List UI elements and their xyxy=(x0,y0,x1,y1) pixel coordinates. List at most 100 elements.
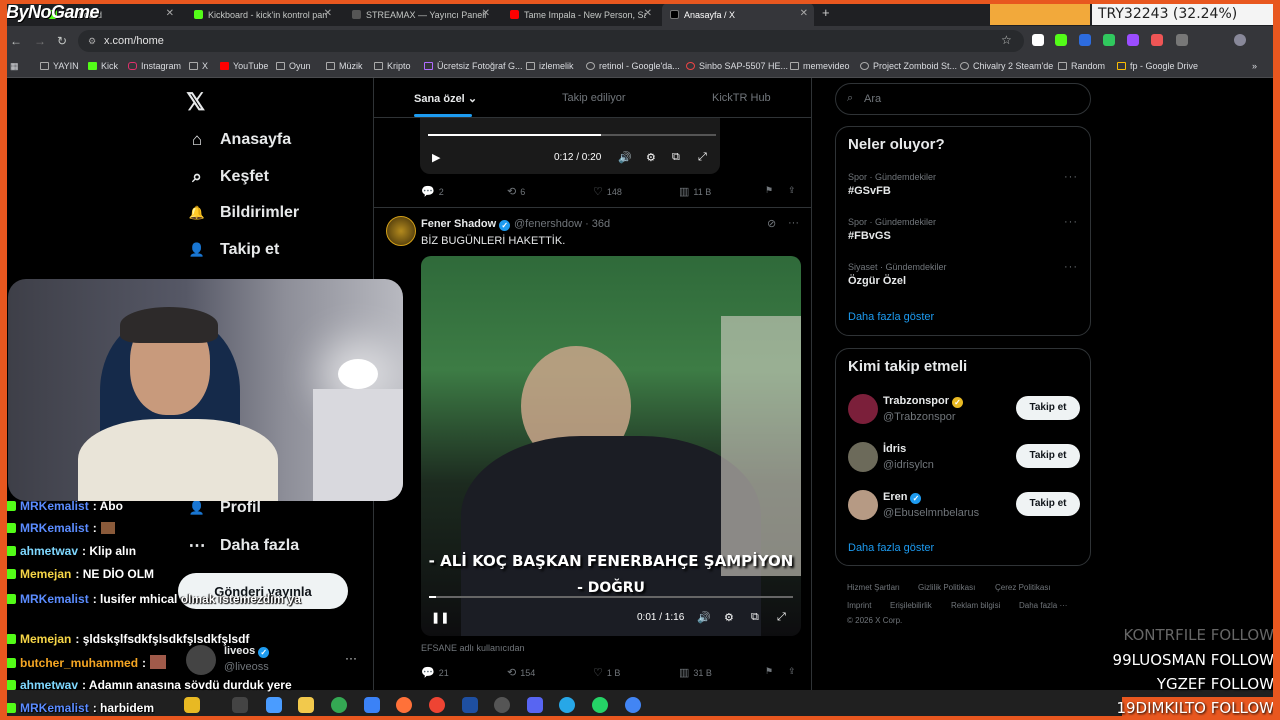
bookmark-item[interactable]: Chivalry 2 Steam'de xyxy=(960,61,1053,71)
footer-link[interactable]: Hizmet Şartları xyxy=(847,583,900,592)
video-player[interactable]: - ALİ KOÇ BAŞKAN FENERBAHÇE ŞAMPİYON - D… xyxy=(421,256,801,636)
show-more-link[interactable]: Daha fazla göster xyxy=(848,311,934,323)
discord-icon[interactable] xyxy=(527,697,543,713)
forward-icon[interactable]: → xyxy=(34,34,46,48)
bookmark-item[interactable]: Project Zomboid St... xyxy=(860,61,957,71)
bookmark-item[interactable]: Oyun xyxy=(276,61,311,71)
bookmark-item[interactable]: X xyxy=(189,61,208,71)
close-tab-icon[interactable]: ✕ xyxy=(644,8,652,19)
mail-icon[interactable] xyxy=(364,697,380,713)
nav-more[interactable]: ⋯ Daha fazla xyxy=(186,536,300,556)
account-menu-icon[interactable]: ··· xyxy=(345,651,357,665)
footer-link[interactable]: Erişilebilirlik xyxy=(890,601,932,610)
footer-link[interactable]: Daha fazla ··· xyxy=(1019,601,1067,610)
tab-following[interactable]: Takip ediliyor xyxy=(562,92,626,104)
trend-name[interactable]: Özgür Özel xyxy=(848,275,906,287)
trend-menu-icon[interactable]: ··· xyxy=(1064,171,1078,183)
search-input[interactable]: ⌕ Ara xyxy=(835,83,1091,115)
bookmark-item[interactable]: Kripto xyxy=(374,61,411,71)
settings-icon[interactable]: ⚙ xyxy=(646,151,656,164)
like-button[interactable]: ♡ 148 xyxy=(593,185,622,198)
bookmark-item[interactable]: retinol - Google'da... xyxy=(586,61,680,71)
site-info-icon[interactable]: ⚙ xyxy=(88,36,96,47)
like-button[interactable]: ♡ 1 B xyxy=(593,666,620,679)
extension-icon[interactable] xyxy=(1032,34,1044,46)
trend-menu-icon[interactable]: ··· xyxy=(1064,216,1078,228)
follow-button[interactable]: Takip et xyxy=(1016,492,1080,516)
suggestion-name[interactable]: Trabzonspor ✓ xyxy=(883,395,964,408)
opera-icon[interactable] xyxy=(429,697,445,713)
tab-x-home[interactable]: Anasayfa / X ✕ xyxy=(662,3,814,26)
nav-explore[interactable]: ⌕ Keşfet xyxy=(186,167,269,187)
bookmark-icon[interactable]: ⚑ xyxy=(765,666,773,677)
tab-streamax[interactable]: STREAMAX — Yayıncı Paneli ✕ xyxy=(344,3,496,26)
footer-link[interactable]: Çerez Politikası xyxy=(995,583,1051,592)
bookmark-item[interactable]: YouTube xyxy=(220,61,268,71)
trend-menu-icon[interactable]: ··· xyxy=(1064,261,1078,273)
bookmark-item[interactable]: izlemelik xyxy=(526,61,574,71)
x-logo-icon[interactable]: 𝕏 xyxy=(186,88,205,117)
avatar[interactable] xyxy=(848,490,878,520)
bookmarks-overflow-icon[interactable]: » xyxy=(1252,61,1257,71)
close-tab-icon[interactable]: ✕ xyxy=(324,8,332,19)
tweet-menu-icon[interactable]: ··· xyxy=(788,217,799,229)
avatar[interactable] xyxy=(386,216,416,246)
share-icon[interactable]: ⇪ xyxy=(788,666,796,677)
volume-icon[interactable]: 🔊 xyxy=(697,611,711,624)
extension-icon[interactable] xyxy=(1127,34,1139,46)
tab-kicktr-hub[interactable]: KickTR Hub xyxy=(712,92,771,104)
video-progress-track[interactable] xyxy=(429,596,793,598)
avatar[interactable] xyxy=(848,394,878,424)
extension-icon[interactable] xyxy=(1103,34,1115,46)
close-tab-icon[interactable]: ✕ xyxy=(800,8,808,19)
reload-icon[interactable]: ↻ xyxy=(57,34,67,48)
tweet-author-name[interactable]: Fener Shadow ✓ xyxy=(421,218,511,231)
reply-button[interactable]: 💬 2 xyxy=(421,185,444,198)
tab-for-you[interactable]: Sana özel ⌄ xyxy=(414,92,477,105)
trend-name[interactable]: #GSvFB xyxy=(848,185,891,197)
repost-button[interactable]: ⟲ 154 xyxy=(507,666,535,679)
bookmark-item[interactable]: fp - Google Drive xyxy=(1117,61,1198,71)
grok-icon[interactable]: ⊘ xyxy=(767,217,776,230)
extension-icon[interactable] xyxy=(1055,34,1067,46)
bookmark-item[interactable]: Sinbo SAP-5507 HE... xyxy=(686,61,788,71)
app-icon[interactable] xyxy=(266,697,282,713)
pip-icon[interactable]: ⧉ xyxy=(751,611,759,624)
show-more-link[interactable]: Daha fazla göster xyxy=(848,542,934,554)
footer-link[interactable]: Reklam bilgisi xyxy=(951,601,1000,610)
close-tab-icon[interactable]: ✕ xyxy=(482,8,490,19)
bookmark-item[interactable]: Müzik xyxy=(326,61,363,71)
obs-icon[interactable] xyxy=(494,697,510,713)
views-button[interactable]: ▥ 11 B xyxy=(679,185,711,198)
avatar[interactable] xyxy=(848,442,878,472)
bookmark-star-icon[interactable]: ☆ xyxy=(1001,33,1012,47)
bookmark-item[interactable]: Ücretsiz Fotoğraf G... xyxy=(424,61,523,71)
reply-button[interactable]: 💬 21 xyxy=(421,666,449,679)
back-icon[interactable]: ← xyxy=(10,34,22,48)
whatsapp-icon[interactable] xyxy=(592,697,608,713)
copilot-icon[interactable] xyxy=(184,697,200,713)
bookmark-item[interactable]: Kick xyxy=(88,61,118,71)
pip-icon[interactable]: ⧉ xyxy=(672,151,680,164)
task-view-icon[interactable] xyxy=(232,697,248,713)
video-player[interactable]: ▶ 0:12 / 0:20 🔊 ⚙ ⧉ ⤢ xyxy=(420,118,720,174)
nav-home[interactable]: ⌂ Anasayfa xyxy=(186,130,291,150)
follow-button[interactable]: Takip et xyxy=(1016,444,1080,468)
account-avatar[interactable] xyxy=(186,645,216,675)
extension-icon[interactable] xyxy=(1151,34,1163,46)
bookmark-item[interactable]: Random xyxy=(1058,61,1105,71)
file-explorer-icon[interactable] xyxy=(298,697,314,713)
fullscreen-icon[interactable]: ⤢ xyxy=(777,611,786,624)
video-attribution[interactable]: EFSANE adlı kullanıcıdan xyxy=(421,643,525,653)
volume-icon[interactable]: 🔊 xyxy=(618,151,632,164)
nav-follow[interactable]: 👤 Takip et xyxy=(186,241,279,259)
footer-link[interactable]: Imprint xyxy=(847,601,871,610)
extension-icon[interactable] xyxy=(1079,34,1091,46)
telegram-icon[interactable] xyxy=(559,697,575,713)
apps-grid-icon[interactable]: ▦ xyxy=(10,61,19,72)
suggestion-name[interactable]: Eren ✓ xyxy=(883,491,922,504)
url-field[interactable]: ⚙ x.com/home xyxy=(78,30,1024,52)
profile-avatar-icon[interactable] xyxy=(1234,34,1246,46)
bookmark-icon[interactable]: ⚑ xyxy=(765,185,773,196)
trend-name[interactable]: #FBvGS xyxy=(848,230,891,242)
